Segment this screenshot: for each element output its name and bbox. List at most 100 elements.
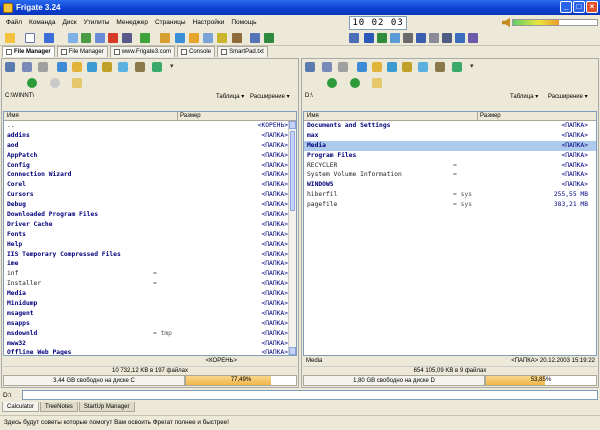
file-row[interactable]: pagefile = sys 383,21 MB xyxy=(304,200,596,210)
filter-icon[interactable] xyxy=(387,62,397,72)
close-button[interactable]: × xyxy=(586,1,598,13)
file-row[interactable]: mww32 <ПАПКА> xyxy=(4,339,296,349)
dropdown-arrow-icon[interactable]: ▾ xyxy=(470,62,476,72)
sort-icon[interactable] xyxy=(402,62,412,72)
file-row[interactable]: AppPatch <ПАПКА> xyxy=(4,151,296,161)
menu-item-7[interactable]: Помощь xyxy=(231,19,256,26)
search-icon[interactable] xyxy=(203,33,213,43)
file-row[interactable]: Downloaded Program Files <ПАПКА> xyxy=(4,210,296,220)
tab-4[interactable]: SmartPad.txt xyxy=(217,46,268,57)
menu-item-4[interactable]: Менеджер xyxy=(116,19,148,26)
lock-icon[interactable] xyxy=(217,33,227,43)
panel-menu-icon[interactable] xyxy=(72,78,82,88)
file-row[interactable]: Driver Cache <ПАПКА> xyxy=(4,220,296,230)
printer-icon[interactable] xyxy=(442,33,452,43)
folder-up-icon[interactable] xyxy=(357,62,367,72)
paint-icon[interactable] xyxy=(390,33,400,43)
file-row[interactable]: msagent <ПАПКА> xyxy=(4,309,296,319)
copy-icon[interactable] xyxy=(68,33,78,43)
print-icon[interactable] xyxy=(135,62,145,72)
menu-item-6[interactable]: Настройки xyxy=(193,19,225,26)
file-row[interactable]: Media <ПАПКА> xyxy=(304,140,596,151)
file-row[interactable]: Installer = <ПАПКА> xyxy=(4,279,296,289)
right-view-mode[interactable]: Таблица ▾ xyxy=(510,93,538,100)
archive-icon[interactable] xyxy=(232,33,242,43)
file-row[interactable]: WINDOWS <ПАПКА> xyxy=(304,180,596,190)
file-row[interactable]: IIS Temporary Compressed Files <ПАПКА> xyxy=(4,250,296,260)
forward-icon[interactable] xyxy=(50,78,60,88)
favorites-folder-icon[interactable] xyxy=(72,62,82,72)
size-column-header[interactable]: Размер xyxy=(180,113,201,119)
file-row[interactable]: Media <ПАПКА> xyxy=(4,289,296,299)
name-column-header[interactable]: Имя xyxy=(307,113,319,119)
menu-item-0[interactable]: Файл xyxy=(6,19,22,26)
file-row[interactable]: Minidump <ПАПКА> xyxy=(4,299,296,309)
tab-0[interactable]: File Manager xyxy=(2,46,55,57)
file-row[interactable]: Program Files <ПАПКА> xyxy=(304,151,596,161)
file-row[interactable]: max <ПАПКА> xyxy=(304,131,596,141)
drive-icon[interactable] xyxy=(5,62,15,72)
cd-drive-icon[interactable] xyxy=(38,62,48,72)
file-row[interactable]: Config <ПАПКА> xyxy=(4,161,296,171)
print-icon[interactable] xyxy=(435,62,445,72)
edit-icon[interactable] xyxy=(44,33,54,43)
file-row[interactable]: ime <ПАПКА> xyxy=(4,259,296,269)
filter-icon[interactable] xyxy=(87,62,97,72)
history-icon[interactable] xyxy=(418,62,428,72)
network-drive-icon[interactable] xyxy=(22,62,32,72)
left-file-list[interactable]: Имя Размер .. <КОРЕНЬ> addins <ПАПКА> aod <ПА… xyxy=(3,111,297,356)
drive-icon[interactable] xyxy=(305,62,315,72)
menu-item-1[interactable]: Команда xyxy=(29,19,55,26)
file-row[interactable]: msdownld = tmp <ПАПКА> xyxy=(4,329,296,339)
view-icon[interactable] xyxy=(122,33,132,43)
dropdown-arrow-icon[interactable]: ▾ xyxy=(170,62,176,72)
word-icon[interactable] xyxy=(364,33,374,43)
size-column-header[interactable]: Размер xyxy=(480,113,501,119)
folder-up-icon[interactable] xyxy=(57,62,67,72)
tree-icon[interactable] xyxy=(452,62,462,72)
file-row[interactable]: RECYCLER = <ПАПКА> xyxy=(304,161,596,171)
window-icon[interactable] xyxy=(250,33,260,43)
shield-icon[interactable] xyxy=(468,33,478,43)
tools-icon[interactable] xyxy=(160,33,170,43)
volume-slider[interactable] xyxy=(512,19,598,26)
rename-icon[interactable] xyxy=(95,33,105,43)
name-column-header[interactable]: Имя xyxy=(7,113,19,119)
file-row[interactable]: Connection Wizard <ПАПКА> xyxy=(4,170,296,180)
bottom-tab-2[interactable]: StartUp Manager xyxy=(78,402,135,412)
notepad-icon[interactable] xyxy=(349,33,359,43)
sync-icon[interactable] xyxy=(189,33,199,43)
file-row[interactable]: aod <ПАПКА> xyxy=(4,141,296,151)
file-row[interactable]: inf = <ПАПКА> xyxy=(4,269,296,279)
bottom-tab-0[interactable]: Calculator xyxy=(2,402,40,412)
left-sort-mode[interactable]: Расширение ▾ xyxy=(250,93,290,100)
new-file-icon[interactable] xyxy=(25,33,35,43)
sort-icon[interactable] xyxy=(102,62,112,72)
folder-icon[interactable] xyxy=(5,33,15,43)
player-icon[interactable] xyxy=(416,33,426,43)
cd-icon[interactable] xyxy=(429,33,439,43)
cd-drive-icon[interactable] xyxy=(338,62,348,72)
left-view-mode[interactable]: Таблица ▾ xyxy=(216,93,244,100)
right-sort-mode[interactable]: Расширение ▾ xyxy=(548,93,588,100)
minimize-button[interactable]: _ xyxy=(560,1,572,13)
tab-2[interactable]: www.Frigate3.com xyxy=(109,46,176,57)
disk-icon[interactable] xyxy=(455,33,465,43)
file-row[interactable]: Fonts <ПАПКА> xyxy=(4,230,296,240)
file-row[interactable]: Offline Web Pages <ПАПКА> xyxy=(4,348,296,355)
menu-item-2[interactable]: Диск xyxy=(62,19,76,26)
refresh-icon[interactable] xyxy=(264,33,274,43)
file-row[interactable]: Debug <ПАПКА> xyxy=(4,200,296,210)
excel-icon[interactable] xyxy=(377,33,387,43)
favorites-icon[interactable] xyxy=(140,33,150,43)
command-input[interactable] xyxy=(22,390,598,400)
network-drive-icon[interactable] xyxy=(322,62,332,72)
panel-menu-icon[interactable] xyxy=(372,78,382,88)
file-row[interactable]: Documents and Settings <ПАПКА> xyxy=(304,121,596,131)
file-row[interactable]: Cursors <ПАПКА> xyxy=(4,190,296,200)
move-icon[interactable] xyxy=(81,33,91,43)
back-icon[interactable] xyxy=(327,78,337,88)
file-row[interactable]: System Volume Information = <ПАПКА> xyxy=(304,170,596,180)
back-icon[interactable] xyxy=(27,78,37,88)
globe-icon[interactable] xyxy=(175,33,185,43)
